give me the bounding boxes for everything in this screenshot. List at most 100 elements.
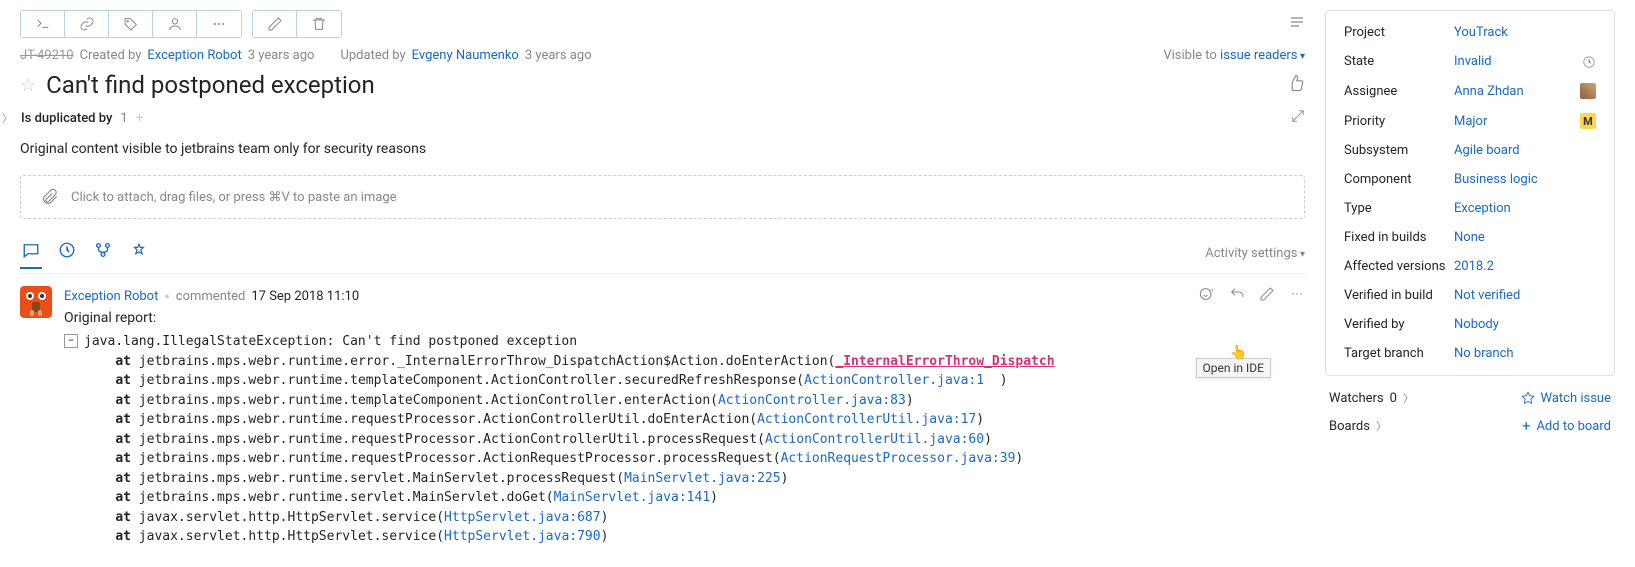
edit-comment-icon[interactable]: [1259, 286, 1275, 306]
collapse-panel-icon[interactable]: [1289, 14, 1305, 34]
field-label: Verified in build: [1344, 288, 1454, 303]
field-label: State: [1344, 54, 1454, 69]
add-to-board-link[interactable]: + Add to board: [1522, 419, 1611, 434]
field-row: TypeException: [1344, 201, 1596, 216]
field-value[interactable]: Business logic: [1454, 172, 1596, 187]
paperclip-icon: [41, 188, 59, 206]
created-by-link[interactable]: Exception Robot: [147, 48, 241, 63]
link-label: Is duplicated by: [21, 111, 112, 126]
comment: Exception Robot ● commented 17 Sep 2018 …: [20, 286, 1305, 547]
field-value[interactable]: None: [1454, 230, 1596, 245]
field-label: Target branch: [1344, 346, 1454, 361]
field-row: StateInvalid: [1344, 54, 1596, 69]
avatar-icon: [1580, 83, 1596, 99]
created-by-label: Created by: [80, 48, 142, 63]
watchers-label: Watchers: [1329, 391, 1384, 406]
tab-work[interactable]: [128, 237, 150, 269]
boards-label: Boards: [1329, 419, 1370, 434]
field-row: ProjectYouTrack: [1344, 25, 1596, 40]
vote-icon[interactable]: [1287, 74, 1305, 97]
created-ago: 3 years ago: [248, 48, 315, 63]
reply-icon[interactable]: [1229, 286, 1245, 306]
command-button[interactable]: [21, 11, 65, 37]
stacktrace: − Open in IDE 👆 java.lang.IllegalStateEx…: [64, 332, 1305, 547]
primary-button-group: [20, 10, 242, 38]
add-link-icon[interactable]: +: [136, 110, 144, 126]
updated-by-link[interactable]: Evgeny Naumenko: [412, 48, 519, 63]
more-comment-icon[interactable]: [1289, 286, 1305, 306]
field-value[interactable]: YouTrack: [1454, 25, 1596, 40]
field-label: Assignee: [1344, 84, 1454, 99]
more-button[interactable]: [197, 11, 241, 37]
chevron-right-icon[interactable]: 〉: [1376, 418, 1387, 434]
comment-author[interactable]: Exception Robot: [64, 289, 158, 304]
collapse-button[interactable]: −: [64, 334, 78, 348]
field-row: PriorityMajorM: [1344, 113, 1596, 129]
field-row: Fixed in buildsNone: [1344, 230, 1596, 245]
field-row: SubsystemAgile board: [1344, 143, 1596, 158]
toolbar: [20, 10, 1305, 38]
visible-to-link[interactable]: issue readers: [1220, 48, 1305, 63]
history-icon[interactable]: [1580, 55, 1596, 69]
watch-issue-link[interactable]: Watch issue: [1521, 391, 1611, 406]
comment-time: 17 Sep 2018 11:10: [251, 289, 359, 304]
field-value[interactable]: Exception: [1454, 201, 1596, 216]
field-value[interactable]: Not verified: [1454, 288, 1596, 303]
activity-settings[interactable]: Activity settings: [1205, 246, 1305, 261]
sidebar: ProjectYouTrackStateInvalidAssigneeAnna …: [1325, 10, 1615, 547]
expand-links-icon[interactable]: [1291, 109, 1305, 127]
secondary-button-group: [252, 10, 342, 38]
original-report-label: Original report:: [64, 310, 1305, 326]
field-label: Project: [1344, 25, 1454, 40]
field-label: Component: [1344, 172, 1454, 187]
link-count: 1: [120, 111, 127, 126]
ide-tooltip: Open in IDE: [1196, 358, 1271, 378]
updated-ago: 3 years ago: [525, 48, 592, 63]
field-label: Verified by: [1344, 317, 1454, 332]
issue-title: Can't find postponed exception: [46, 71, 1277, 99]
comment-verb: commented: [176, 289, 246, 304]
watchers-row: Watchers 0 〉 Watch issue: [1325, 390, 1615, 406]
field-value[interactable]: Nobody: [1454, 317, 1596, 332]
field-value[interactable]: No branch: [1454, 346, 1596, 361]
status-dot: ●: [164, 291, 169, 302]
field-label: Type: [1344, 201, 1454, 216]
meta-row: JT-49210 Created by Exception Robot 3 ye…: [20, 48, 1305, 63]
comment-actions: [1199, 286, 1305, 306]
chevron-right-icon[interactable]: 〉: [2, 110, 13, 126]
field-row: ComponentBusiness logic: [1344, 172, 1596, 187]
edit-button[interactable]: [253, 11, 297, 37]
visible-to[interactable]: Visible to issue readers: [1163, 48, 1305, 63]
field-label: Affected versions: [1344, 259, 1454, 274]
chevron-right-icon[interactable]: 〉: [1403, 390, 1414, 406]
field-value[interactable]: Agile board: [1454, 143, 1596, 158]
plus-icon: +: [1522, 419, 1531, 433]
field-row: Verified byNobody: [1344, 317, 1596, 332]
tab-vcs[interactable]: [92, 237, 114, 269]
field-row: Affected versions2018.2: [1344, 259, 1596, 274]
link-row: 〉 Is duplicated by 1 +: [2, 109, 1305, 127]
star-icon[interactable]: ☆: [20, 75, 36, 96]
assignee-button[interactable]: [153, 11, 197, 37]
delete-button[interactable]: [297, 11, 341, 37]
tab-history[interactable]: [56, 237, 78, 269]
star-icon: [1521, 391, 1535, 405]
tag-button[interactable]: [109, 11, 153, 37]
link-button[interactable]: [65, 11, 109, 37]
field-label: Fixed in builds: [1344, 230, 1454, 245]
issue-id[interactable]: JT-49210: [20, 48, 74, 63]
security-note: Original content visible to jetbrains te…: [20, 141, 1305, 157]
tab-comments[interactable]: [20, 237, 42, 269]
field-value[interactable]: 2018.2: [1454, 259, 1596, 274]
reaction-icon[interactable]: [1199, 286, 1215, 306]
field-row: AssigneeAnna Zhdan: [1344, 83, 1596, 99]
field-value[interactable]: Major: [1454, 114, 1580, 129]
attach-box[interactable]: Click to attach, drag files, or press ⌘V…: [20, 175, 1305, 219]
field-row: Verified in buildNot verified: [1344, 288, 1596, 303]
field-value[interactable]: Anna Zhdan: [1454, 84, 1580, 99]
fields-panel: ProjectYouTrackStateInvalidAssigneeAnna …: [1325, 10, 1615, 376]
field-value[interactable]: Invalid: [1454, 54, 1580, 69]
boards-row: Boards 〉 + Add to board: [1325, 418, 1615, 434]
field-label: Subsystem: [1344, 143, 1454, 158]
field-row: Target branchNo branch: [1344, 346, 1596, 361]
